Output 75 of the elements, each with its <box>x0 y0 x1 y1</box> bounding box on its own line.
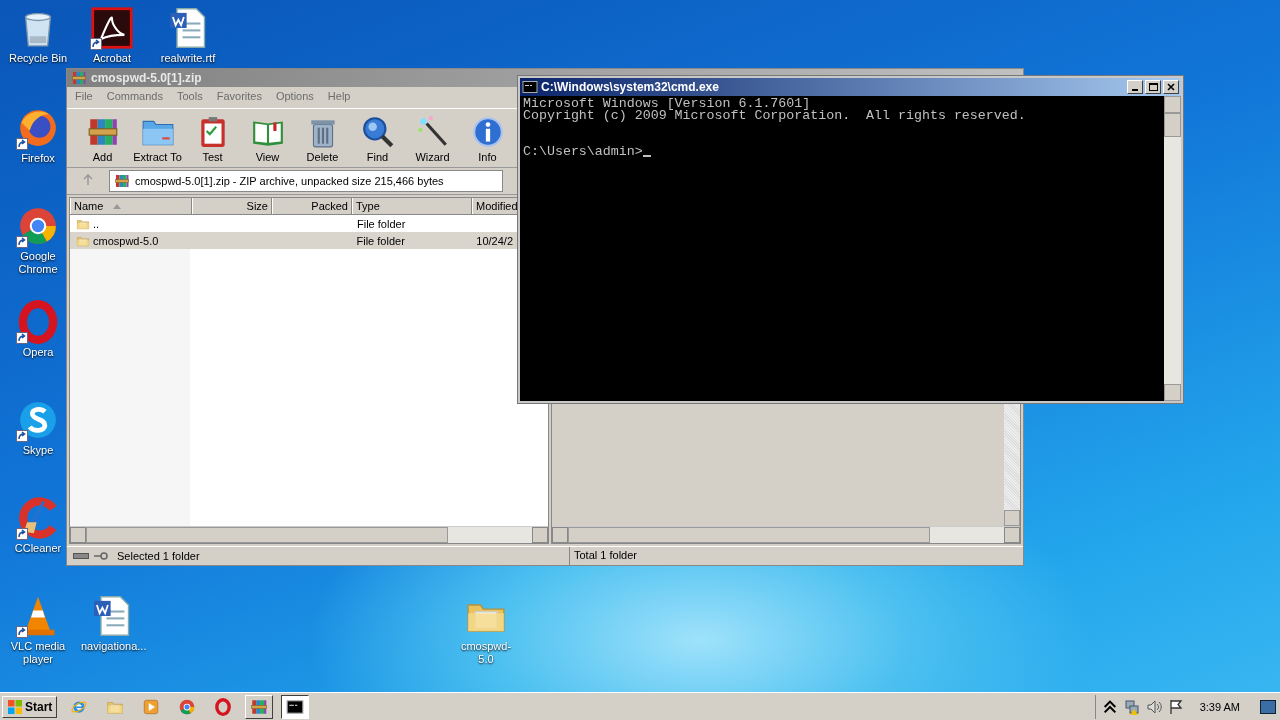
menu-item[interactable]: Favorites <box>216 90 262 105</box>
browser-icon <box>178 697 197 716</box>
table-cell: .. <box>93 217 100 230</box>
books-icon <box>114 173 130 189</box>
desktop-shortcut[interactable]: realwrite.rtf <box>158 6 218 65</box>
command-prompt: C:\Users\admin> <box>523 146 643 158</box>
horizontal-scrollbar[interactable] <box>552 526 1020 543</box>
console-icon <box>286 697 305 716</box>
desktop-shortcut[interactable]: Google Chrome <box>8 204 68 276</box>
desktop-shortcut[interactable]: Firefox <box>8 106 68 165</box>
network-icon[interactable] <box>1123 698 1140 715</box>
speaker-icon[interactable] <box>1145 698 1162 715</box>
status-text: Total 1 folder <box>573 548 638 563</box>
window-title: C:\Windows\system32\cmd.exe <box>541 80 720 94</box>
desktop-shortcut[interactable]: VLC media player <box>8 594 68 666</box>
show-desktop-button[interactable] <box>1260 699 1276 714</box>
desktop-shortcut[interactable]: Acrobat <box>82 6 142 65</box>
table-cell: 10/24/2 <box>476 234 513 247</box>
column-header[interactable]: Packed <box>272 198 352 214</box>
taskbar-button[interactable] <box>281 694 310 719</box>
clock[interactable]: 3:39 AM <box>1189 700 1254 713</box>
close-icon <box>1167 83 1175 91</box>
books-icon <box>71 70 87 86</box>
window-title: cmospwd-5.0[1].zip <box>91 71 202 85</box>
extract-button[interactable]: Extract To <box>130 113 185 165</box>
find-button[interactable]: Find <box>350 113 405 165</box>
search-icon <box>360 115 395 149</box>
address-field[interactable]: cmospwd-5.0[1].zip - ZIP archive, unpacked size 215,466 bytes <box>109 170 503 192</box>
add-button[interactable]: Add <box>75 113 130 165</box>
table-cell: cmospwd-5.0 <box>93 234 159 247</box>
table-cell: File folder <box>357 217 406 230</box>
wand-icon <box>415 115 450 149</box>
column-header[interactable]: Name <box>70 198 192 214</box>
console-icon <box>522 79 538 95</box>
play-icon <box>142 697 161 716</box>
ring-icon <box>16 300 60 344</box>
table-row[interactable]: .. File folder <box>70 215 518 232</box>
desktop-shortcut[interactable]: Opera <box>8 300 68 359</box>
status-text: Selected 1 folder <box>116 549 201 564</box>
view-button[interactable]: View <box>240 113 295 165</box>
drive-icon <box>73 552 89 560</box>
desktop-shortcut[interactable]: CCleaner <box>8 496 68 555</box>
menu-item[interactable]: Options <box>275 90 314 105</box>
vertical-scrollbar[interactable] <box>1004 404 1020 526</box>
menu-item[interactable]: Commands <box>106 90 163 105</box>
desktop-shortcut[interactable]: Recycle Bin <box>8 6 68 65</box>
minimize-button[interactable] <box>1127 80 1143 94</box>
desktop-shortcut[interactable]: Skype <box>8 398 68 457</box>
wizard-button[interactable]: Wizard <box>405 113 460 165</box>
ring-icon <box>214 697 233 716</box>
delete-button[interactable]: Delete <box>295 113 350 165</box>
books-icon <box>250 697 269 716</box>
console-line: Microsoft Windows [Version 6.1.7601] <box>523 98 811 110</box>
table-row[interactable]: cmospwd-5.0 File folder 10/24/2 <box>70 232 518 249</box>
test-button[interactable]: Test <box>185 113 240 165</box>
chevron-up-icon[interactable] <box>1101 698 1118 715</box>
column-header[interactable]: Type <box>352 198 472 214</box>
vertical-scrollbar[interactable] <box>1164 96 1181 401</box>
up-arrow-icon <box>82 173 94 186</box>
flag-icon[interactable] <box>1167 698 1184 715</box>
table-cell: File folder <box>356 234 405 247</box>
column-header[interactable]: Size <box>192 198 272 214</box>
menu-item[interactable]: Tools <box>177 90 203 105</box>
info-icon <box>470 115 505 149</box>
close-button[interactable] <box>1163 80 1179 94</box>
console-line: Copyright (c) 2009 Microsoft Corporation. All rights reserved. <box>523 110 1027 122</box>
maximize-button[interactable] <box>1145 80 1161 94</box>
text-cursor <box>642 155 651 157</box>
start-button[interactable]: Start <box>2 695 58 718</box>
horizontal-scrollbar[interactable] <box>70 526 548 543</box>
pdf-app-icon <box>90 6 134 50</box>
sort-arrow-icon <box>113 203 122 209</box>
info-button[interactable]: Info <box>460 113 515 165</box>
windows-logo-icon <box>7 698 23 715</box>
key-icon <box>93 552 109 560</box>
